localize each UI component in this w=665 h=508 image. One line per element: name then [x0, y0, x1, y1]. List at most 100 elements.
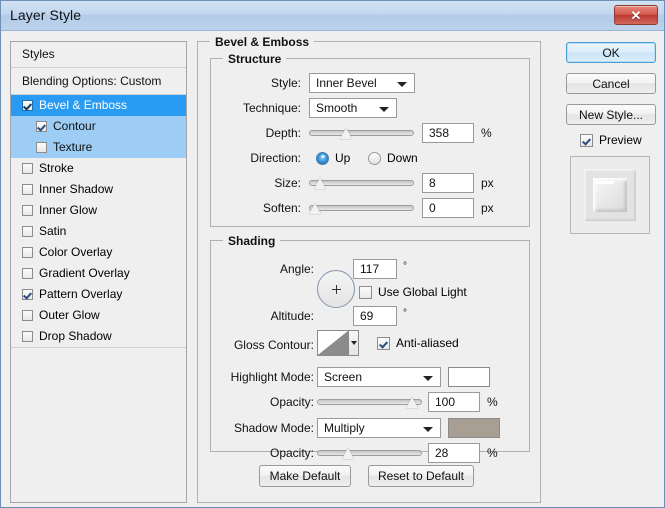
- effect-checkbox-satin[interactable]: [22, 226, 33, 237]
- angle-dial[interactable]: [317, 270, 355, 308]
- preview-outer-shape: [584, 169, 636, 221]
- angle-field[interactable]: 117: [353, 259, 397, 279]
- soften-field[interactable]: 0: [422, 198, 474, 218]
- depth-field[interactable]: 358: [422, 123, 474, 143]
- depth-slider[interactable]: [309, 123, 414, 143]
- highlight-color-swatch[interactable]: [448, 367, 490, 387]
- chevron-down-icon: [423, 427, 433, 432]
- effect-checkbox-texture[interactable]: [36, 142, 47, 153]
- effect-checkbox-stroke[interactable]: [22, 163, 33, 174]
- contour-dropdown-arrow-icon[interactable]: [349, 331, 358, 355]
- highlight-opacity-slider[interactable]: [317, 392, 422, 412]
- size-slider-thumb[interactable]: [314, 178, 327, 190]
- effect-checkbox-drop-shadow[interactable]: [22, 331, 33, 342]
- size-slider[interactable]: [309, 173, 414, 193]
- blending-options-row[interactable]: Blending Options: Custom: [11, 68, 186, 95]
- depth-slider-thumb[interactable]: [340, 128, 353, 140]
- ok-button[interactable]: OK: [566, 42, 656, 63]
- checkbox-icon[interactable]: [377, 336, 390, 350]
- radio-up-icon[interactable]: [316, 151, 329, 165]
- technique-combo-value: Smooth: [316, 101, 358, 115]
- use-global-light-checkbox[interactable]: Use Global Light: [353, 282, 467, 302]
- effect-checkbox-bevel-emboss[interactable]: [22, 100, 33, 111]
- highlight-opacity-thumb[interactable]: [406, 397, 419, 409]
- highlight-opacity-unit: %: [487, 395, 498, 409]
- effect-label: Color Overlay: [39, 245, 113, 259]
- effect-row-satin[interactable]: Satin: [11, 221, 186, 242]
- shadow-color-swatch[interactable]: [448, 418, 500, 438]
- effect-row-color-overlay[interactable]: Color Overlay: [11, 242, 186, 263]
- chevron-down-icon: [397, 82, 407, 87]
- effect-row-gradient-overlay[interactable]: Gradient Overlay: [11, 263, 186, 284]
- anti-aliased-checkbox[interactable]: Anti-aliased: [371, 333, 459, 353]
- effect-label: Contour: [53, 119, 96, 133]
- effect-checkbox-color-overlay[interactable]: [22, 247, 33, 258]
- altitude-field[interactable]: 69: [353, 306, 397, 326]
- contour-curve-icon: [318, 331, 349, 355]
- effect-checkbox-inner-shadow[interactable]: [22, 184, 33, 195]
- style-combo-value: Inner Bevel: [316, 76, 377, 90]
- shadow-opacity-unit: %: [487, 446, 498, 460]
- window-title: Layer Style: [10, 7, 82, 23]
- effect-checkbox-pattern-overlay[interactable]: [22, 289, 33, 300]
- effect-label: Inner Glow: [39, 203, 98, 217]
- highlight-opacity-field[interactable]: 100: [428, 392, 480, 412]
- direction-radio-down[interactable]: Down: [362, 148, 418, 168]
- altitude-unit: °: [403, 308, 407, 319]
- direction-up-label: Up: [335, 151, 351, 165]
- depth-label: Depth:: [265, 126, 301, 140]
- soften-slider-thumb[interactable]: [309, 203, 322, 215]
- size-field[interactable]: 8: [422, 173, 474, 193]
- effect-checkbox-contour[interactable]: [36, 121, 47, 132]
- size-label: Size:: [274, 176, 301, 190]
- close-button[interactable]: ✕: [614, 5, 658, 25]
- shadow-opacity-thumb[interactable]: [342, 448, 355, 460]
- shadow-opacity-field[interactable]: 28: [428, 443, 480, 463]
- effect-label: Drop Shadow: [39, 329, 112, 343]
- style-combo[interactable]: Inner Bevel: [309, 73, 415, 93]
- chevron-down-icon: [423, 376, 433, 381]
- preview-checkbox[interactable]: Preview: [574, 130, 642, 150]
- preview-label: Preview: [599, 133, 642, 147]
- soften-unit: px: [481, 201, 494, 215]
- shadow-opacity-slider[interactable]: [317, 443, 422, 463]
- soften-slider[interactable]: [309, 198, 414, 218]
- depth-unit: %: [481, 126, 492, 140]
- radio-down-icon[interactable]: [368, 151, 381, 165]
- effect-row-outer-glow[interactable]: Outer Glow: [11, 305, 186, 326]
- highlight-mode-label: Highlight Mode:: [230, 370, 314, 384]
- use-global-light-label: Use Global Light: [378, 285, 467, 299]
- anti-aliased-label: Anti-aliased: [396, 336, 459, 350]
- preview-thumbnail: [570, 156, 650, 234]
- effect-row-inner-glow[interactable]: Inner Glow: [11, 200, 186, 221]
- new-style-button[interactable]: New Style...: [566, 104, 656, 125]
- make-default-button[interactable]: Make Default: [259, 465, 351, 487]
- checkbox-icon[interactable]: [580, 133, 593, 147]
- technique-label: Technique:: [242, 101, 301, 115]
- effect-row-stroke[interactable]: Stroke: [11, 158, 186, 179]
- effect-checkbox-outer-glow[interactable]: [22, 310, 33, 321]
- direction-label: Direction:: [250, 151, 301, 165]
- effect-checkbox-gradient-overlay[interactable]: [22, 268, 33, 279]
- effect-row-texture[interactable]: Texture: [11, 137, 186, 158]
- effect-label: Gradient Overlay: [39, 266, 130, 280]
- direction-radio-up[interactable]: Up: [310, 148, 350, 168]
- effect-row-inner-shadow[interactable]: Inner Shadow: [11, 179, 186, 200]
- effect-row-bevel-emboss[interactable]: Bevel & Emboss: [11, 95, 186, 116]
- effect-checkbox-inner-glow[interactable]: [22, 205, 33, 216]
- shadow-mode-combo[interactable]: Multiply: [317, 418, 441, 438]
- effect-row-contour[interactable]: Contour: [11, 116, 186, 137]
- structure-group: Structure Style: Inner Bevel Technique: …: [210, 52, 530, 227]
- structure-group-title: Structure: [223, 52, 287, 66]
- cancel-button[interactable]: Cancel: [566, 73, 656, 94]
- size-unit: px: [481, 176, 494, 190]
- bevel-emboss-group: Bevel & Emboss Structure Style: Inner Be…: [197, 35, 541, 503]
- gloss-contour-swatch[interactable]: [317, 330, 359, 356]
- checkbox-icon[interactable]: [359, 285, 372, 299]
- effect-row-drop-shadow[interactable]: Drop Shadow: [11, 326, 186, 347]
- effect-row-pattern-overlay[interactable]: Pattern Overlay: [11, 284, 186, 305]
- soften-slider-track: [309, 205, 414, 211]
- reset-to-default-button[interactable]: Reset to Default: [368, 465, 474, 487]
- technique-combo[interactable]: Smooth: [309, 98, 397, 118]
- highlight-mode-combo[interactable]: Screen: [317, 367, 441, 387]
